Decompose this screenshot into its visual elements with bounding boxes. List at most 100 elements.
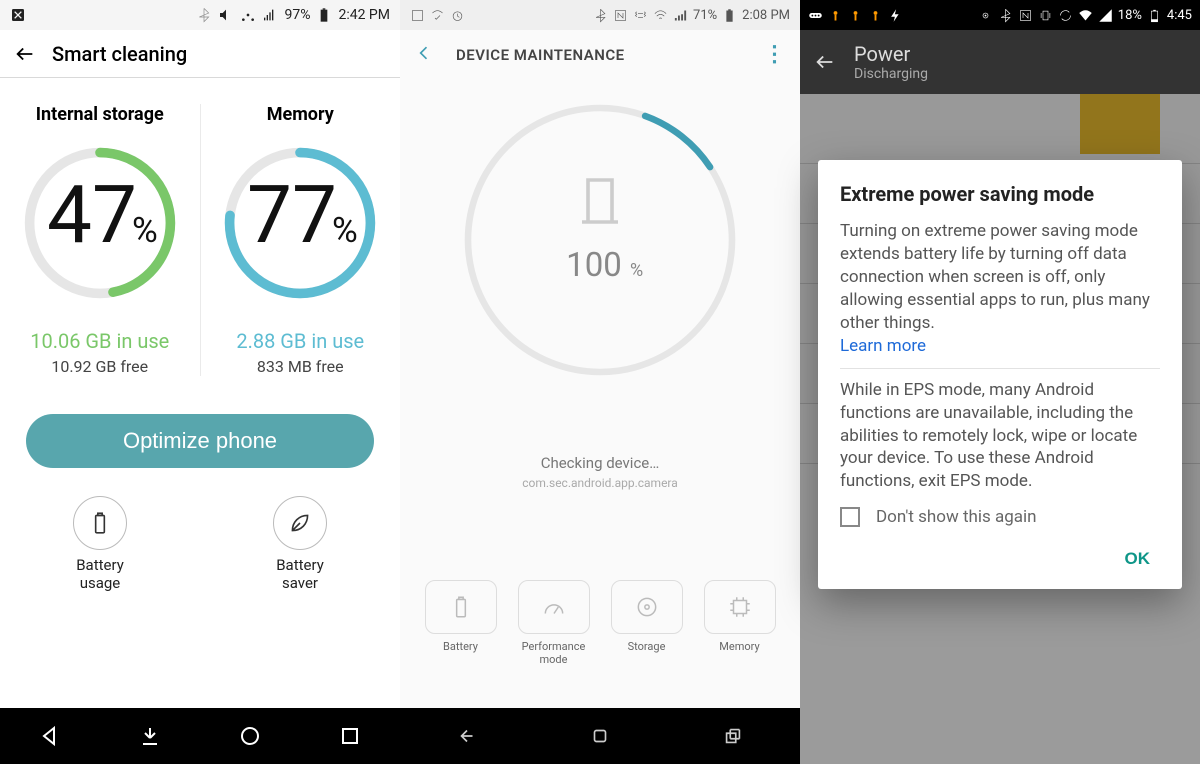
checking-package: com.sec.android.app.camera — [400, 476, 800, 490]
signal-icon — [1098, 8, 1113, 23]
tile-storage[interactable] — [611, 580, 683, 634]
svg-text:%: % — [630, 260, 643, 281]
dialog-body-2: While in EPS mode, many Android function… — [840, 379, 1160, 494]
touch-icon — [848, 8, 863, 23]
dialog-body-1: Turning on extreme power saving mode ext… — [840, 220, 1160, 358]
memory-in-use: 2.88 GB in use — [201, 329, 401, 353]
wifi-icon — [1078, 8, 1093, 23]
gauge-icon — [541, 594, 567, 620]
tile-performance[interactable] — [518, 580, 590, 634]
svg-text:47: 47 — [47, 168, 137, 262]
battery-icon — [722, 8, 737, 23]
nfc-icon — [613, 8, 628, 23]
phone-device-maintenance: 71% 2:08 PM DEVICE MAINTENANCE ⋮ 100 % C… — [400, 0, 800, 764]
network-icon — [240, 7, 256, 23]
nav-download-icon[interactable] — [138, 724, 162, 748]
clock: 2:08 PM — [742, 8, 790, 23]
back-arrow-icon[interactable] — [814, 51, 836, 73]
tile-battery[interactable] — [425, 580, 497, 634]
storage-in-use: 10.06 GB in use — [0, 329, 200, 353]
phone-power-dialog: 18% 4:45 Power Discharging BM Pk EP B Vi… — [800, 0, 1200, 764]
status-bar: 18% 4:45 — [800, 0, 1200, 30]
wifi-calling-icon — [430, 8, 445, 23]
storage-free: 10.92 GB free — [0, 357, 200, 376]
storage-icon — [634, 594, 660, 620]
back-arrow-icon[interactable] — [14, 43, 36, 65]
svg-text:%: % — [332, 209, 358, 251]
screenshot-icon — [410, 8, 425, 23]
battery-pct: 71% — [693, 8, 717, 23]
android-navbar — [0, 708, 400, 764]
battery-pct: 18% — [1118, 8, 1142, 23]
touch-icon — [828, 8, 843, 23]
bluetooth-icon — [593, 8, 608, 23]
memory-label: Memory — [201, 104, 401, 125]
nav-back-icon[interactable] — [38, 724, 62, 748]
sync-icon — [1058, 8, 1073, 23]
memory-free: 833 MB free — [201, 357, 401, 376]
battery-pct: 97% — [284, 7, 310, 23]
page-title: Power — [854, 42, 928, 66]
chevron-left-icon — [414, 43, 434, 63]
shortcut-battery-saver[interactable]: Battery saver — [200, 496, 400, 592]
svg-text:77: 77 — [247, 168, 337, 262]
tile-label-storage: Storage — [611, 640, 683, 666]
android-navbar — [400, 708, 800, 764]
nav-recent-icon[interactable] — [722, 725, 744, 747]
titlebar: DEVICE MAINTENANCE ⋮ — [400, 30, 800, 80]
page-subtitle: Discharging — [854, 66, 928, 82]
tile-memory[interactable] — [704, 580, 776, 634]
titlebar: Power Discharging — [800, 30, 1200, 94]
dialog-title: Extreme power saving mode — [840, 182, 1160, 206]
alarm-icon — [450, 8, 465, 23]
page-title: Smart cleaning — [52, 42, 187, 66]
vibrate-icon — [633, 8, 648, 23]
nfc-icon — [1018, 8, 1033, 23]
score-ring: 100 % — [400, 80, 800, 394]
bluetooth-icon — [998, 8, 1013, 23]
optimize-phone-button[interactable]: Optimize phone — [26, 414, 374, 468]
dont-show-again-checkbox[interactable]: Don't show this again — [840, 507, 1160, 527]
shortcut-battery-usage[interactable]: Battery usage — [0, 496, 200, 592]
battery-icon — [1147, 8, 1162, 23]
touch-icon — [868, 8, 883, 23]
svg-text:100: 100 — [566, 246, 622, 285]
tile-label-performance: Performance mode — [518, 640, 590, 666]
panel-internal-storage[interactable]: Internal storage 47 % 10.06 GB in use 10… — [0, 104, 200, 376]
svg-text:%: % — [132, 209, 158, 251]
menu-dots-icon — [808, 8, 823, 23]
learn-more-link[interactable]: Learn more — [840, 336, 926, 356]
clock: 2:42 PM — [338, 7, 390, 23]
bolt-icon — [888, 8, 903, 23]
status-bar: 97% 2:42 PM — [0, 0, 400, 30]
nav-home-icon[interactable] — [589, 725, 611, 747]
storage-label: Internal storage — [0, 104, 200, 125]
ad-block-icon — [10, 7, 26, 23]
divider — [840, 368, 1160, 369]
wifi-icon — [653, 8, 668, 23]
page-title: DEVICE MAINTENANCE — [456, 46, 625, 64]
signal-icon — [673, 8, 688, 23]
battery-outline-icon — [87, 510, 113, 536]
chip-icon — [727, 594, 753, 620]
battery-icon — [316, 7, 332, 23]
tile-label-memory: Memory — [704, 640, 776, 666]
bluetooth-icon — [196, 7, 212, 23]
mute-icon — [218, 7, 234, 23]
nav-back-icon[interactable] — [456, 725, 478, 747]
nav-home-icon[interactable] — [238, 724, 262, 748]
nav-recent-icon[interactable] — [338, 724, 362, 748]
tile-label-battery: Battery — [425, 640, 497, 666]
ok-button[interactable]: OK — [1115, 541, 1161, 577]
gps-icon — [978, 8, 993, 23]
phone-smart-cleaning: 97% 2:42 PM Smart cleaning Internal stor… — [0, 0, 400, 764]
vibrate-icon — [1038, 8, 1053, 23]
clock: 4:45 — [1167, 8, 1192, 23]
panel-memory[interactable]: Memory 77 % 2.88 GB in use 833 MB free — [200, 104, 401, 376]
back-button[interactable] — [414, 43, 434, 67]
titlebar: Smart cleaning — [0, 30, 400, 78]
checking-status: Checking device… — [400, 454, 800, 472]
leaf-icon — [287, 510, 313, 536]
dialog-extreme-power-saving: Extreme power saving mode Turning on ext… — [818, 160, 1182, 589]
checkbox-box-icon — [840, 507, 860, 527]
